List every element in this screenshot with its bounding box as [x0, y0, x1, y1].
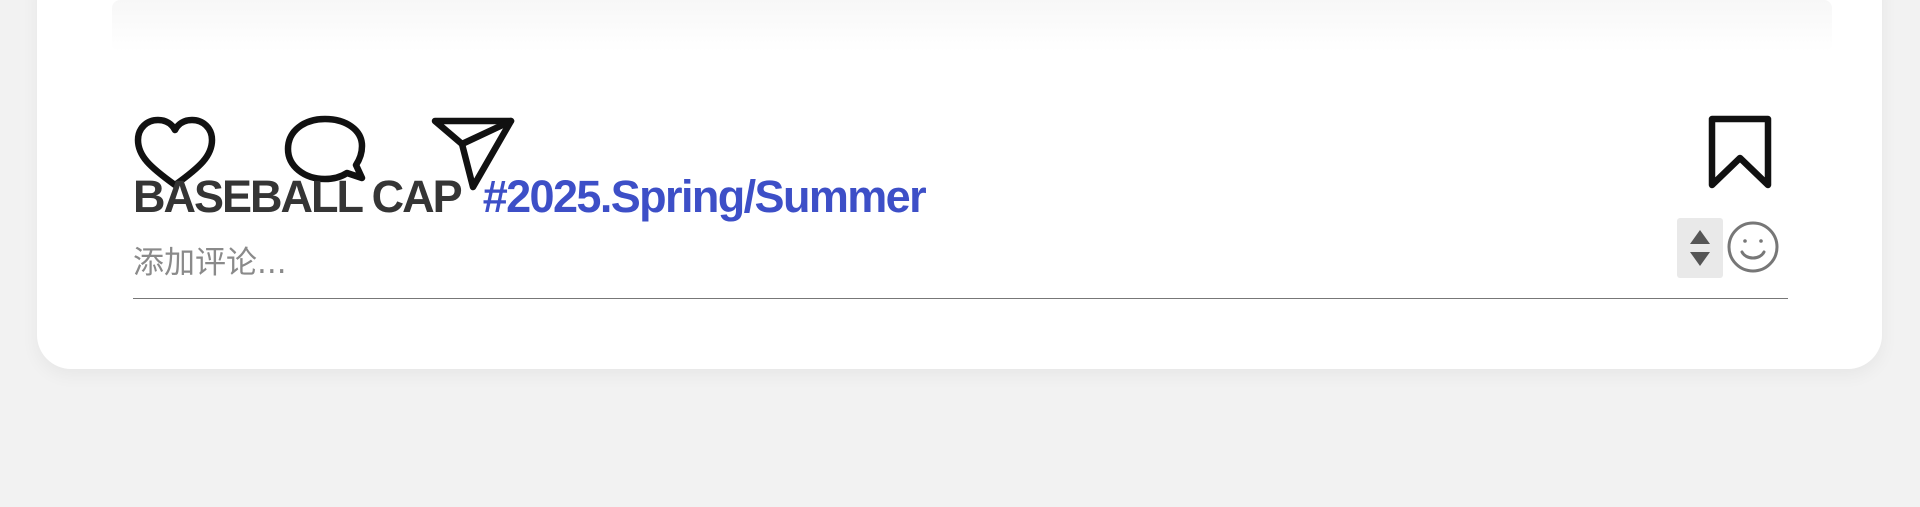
stepper-up-icon[interactable]: [1690, 230, 1710, 244]
save-button[interactable]: [1705, 115, 1775, 191]
stepper-down-icon[interactable]: [1690, 252, 1710, 266]
emoji-smile-icon: [1727, 221, 1779, 273]
comment-input[interactable]: [133, 238, 1663, 288]
post-media-bottom-edge: [112, 0, 1832, 52]
comment-box: [133, 216, 1788, 299]
bookmark-icon: [1708, 115, 1772, 189]
emoji-button[interactable]: [1725, 219, 1781, 275]
stepper-control[interactable]: [1677, 218, 1723, 278]
